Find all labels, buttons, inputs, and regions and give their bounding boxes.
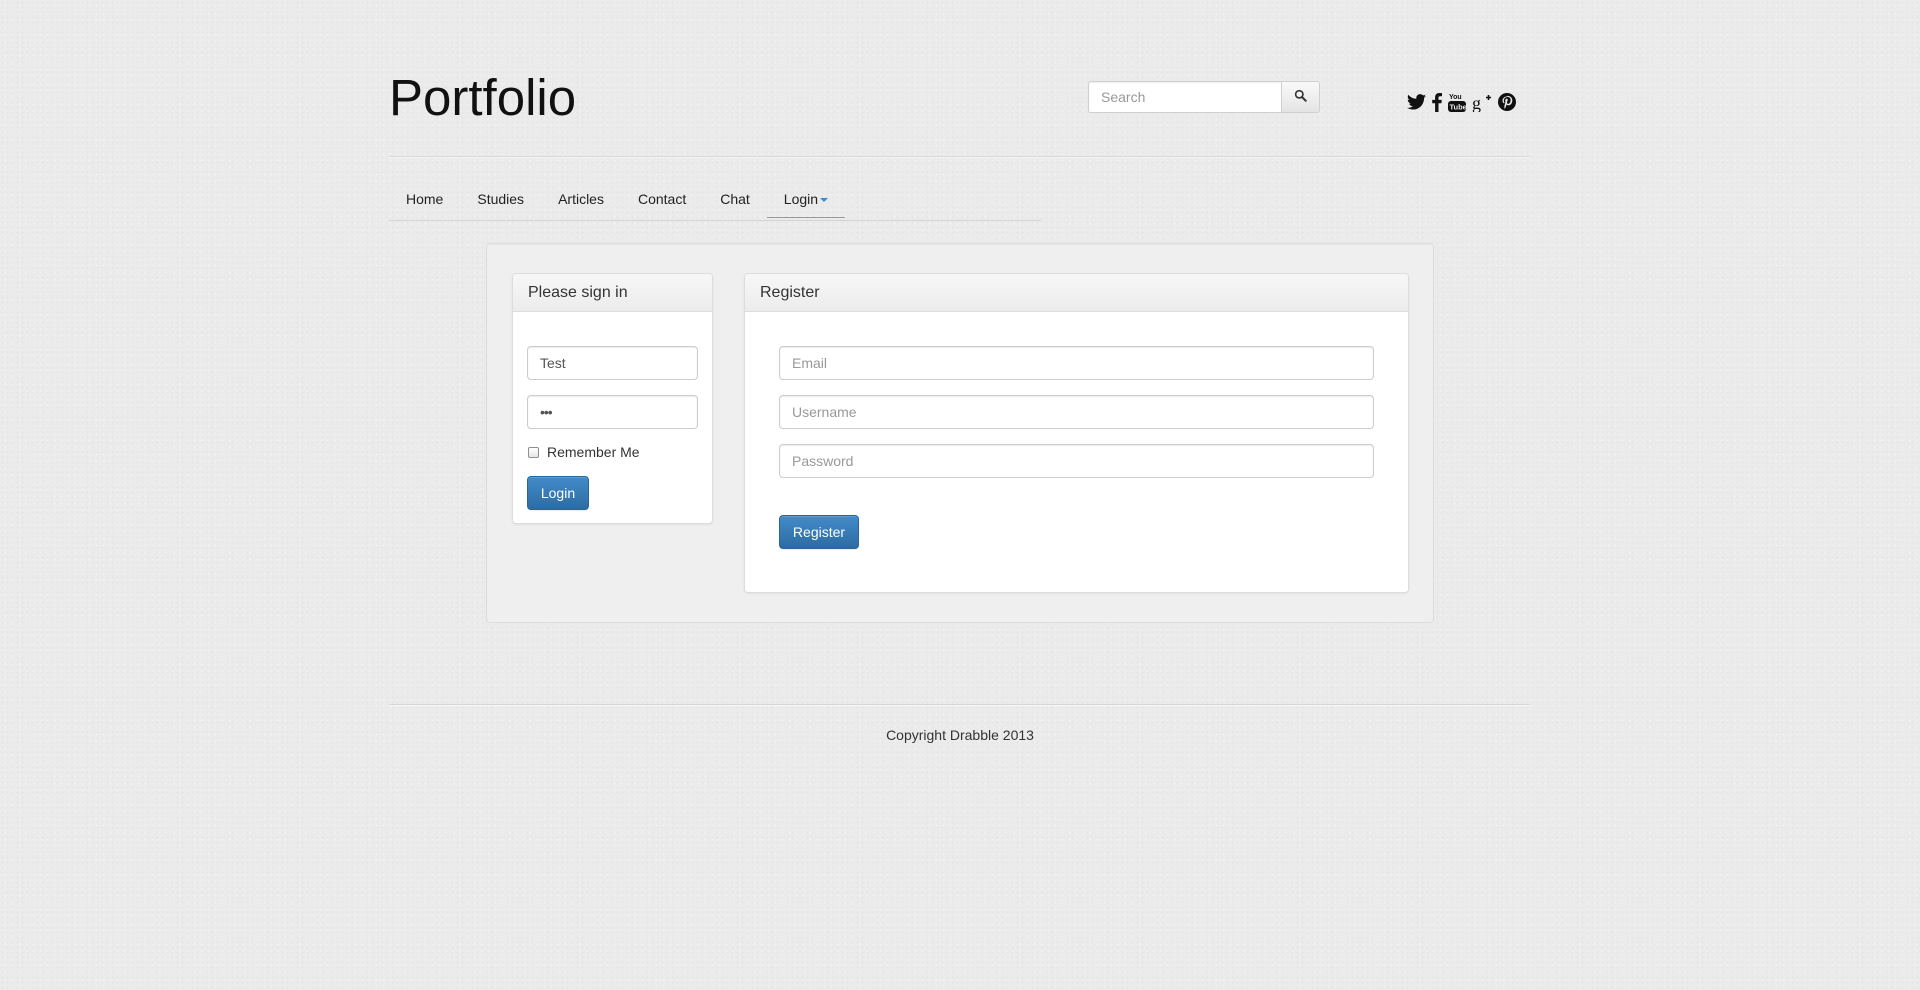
- nav-item-login-label: Login: [783, 191, 819, 207]
- signin-username-input[interactable]: [527, 346, 698, 380]
- register-panel-title: Register: [745, 274, 1408, 312]
- nav-item-home[interactable]: Home: [389, 181, 460, 217]
- nav-item-studies[interactable]: Studies: [460, 181, 541, 217]
- register-email-input[interactable]: [779, 346, 1374, 380]
- search-form: [1088, 81, 1320, 113]
- google-plus-icon[interactable]: g: [1472, 91, 1492, 113]
- facebook-icon[interactable]: [1432, 91, 1442, 113]
- register-username-input[interactable]: [779, 395, 1374, 429]
- site-brand[interactable]: Portfolio: [389, 66, 576, 130]
- nav-item-login[interactable]: Login: [766, 181, 846, 218]
- svg-text:You: You: [1449, 94, 1462, 101]
- header-divider: [389, 156, 1530, 158]
- footer-divider: [389, 704, 1530, 706]
- search-button[interactable]: [1281, 81, 1320, 113]
- twitter-icon[interactable]: [1407, 91, 1426, 113]
- caret-down-icon: [820, 198, 829, 203]
- register-button[interactable]: Register: [779, 515, 859, 549]
- nav-item-chat[interactable]: Chat: [703, 181, 767, 217]
- svg-text:Tube: Tube: [1450, 103, 1467, 112]
- auth-container: Please sign in Remember Me Login Registe…: [486, 243, 1434, 623]
- youtube-icon[interactable]: You Tube: [1448, 91, 1466, 113]
- svg-text:g: g: [1472, 93, 1481, 112]
- remember-me-label: Remember Me: [547, 444, 640, 460]
- main-nav: Home Studies Articles Contact Chat Login: [389, 181, 846, 221]
- search-icon: [1294, 89, 1307, 105]
- register-password-input[interactable]: [779, 444, 1374, 478]
- nav-item-articles[interactable]: Articles: [541, 181, 621, 217]
- remember-me[interactable]: Remember Me: [528, 444, 640, 460]
- login-button[interactable]: Login: [527, 476, 589, 510]
- signin-password-input[interactable]: [527, 395, 698, 429]
- signin-panel: Please sign in Remember Me Login: [512, 273, 713, 524]
- footer-copyright: Copyright Drabble 2013: [886, 727, 1034, 743]
- remember-me-checkbox[interactable]: [528, 446, 539, 458]
- pinterest-icon[interactable]: [1498, 91, 1516, 113]
- search-input[interactable]: [1088, 81, 1281, 113]
- register-panel: Register Register: [744, 273, 1409, 593]
- social-links: You Tube g: [1407, 91, 1516, 113]
- nav-item-contact[interactable]: Contact: [621, 181, 703, 217]
- signin-panel-title: Please sign in: [513, 274, 712, 312]
- nav-underline: [389, 220, 1041, 221]
